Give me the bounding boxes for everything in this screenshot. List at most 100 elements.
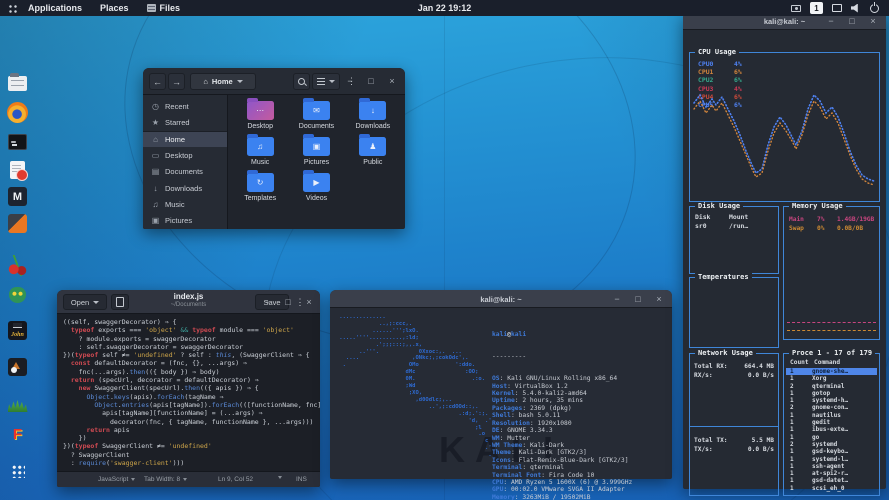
open-button[interactable]: Open: [63, 294, 107, 310]
dock-icon-burpsuite[interactable]: [4, 210, 31, 237]
sidebar-item-pictures[interactable]: ▣Pictures: [143, 213, 227, 229]
dock-icon-firefox[interactable]: [4, 99, 31, 126]
info-value: 3263MiB / 19502MiB: [522, 494, 590, 500]
minimize-button[interactable]: −: [610, 292, 624, 306]
dock-icon-app-grid[interactable]: [4, 457, 31, 484]
folder-pictures[interactable]: ▣Pictures: [288, 137, 344, 166]
maximize-button[interactable]: □: [281, 295, 295, 309]
metasploit-glyph: M: [13, 191, 22, 203]
cursor-position[interactable]: Ln 9, Col 52: [218, 476, 253, 483]
process-command: gsd-keybo…: [812, 448, 848, 455]
code-line: apis[tagName][functionName] = (...args) …: [63, 409, 320, 417]
maximize-button[interactable]: □: [364, 74, 378, 88]
sidebar-item-documents[interactable]: ▤Documents: [143, 164, 227, 180]
dock-icon-cherrytree[interactable]: [4, 252, 31, 279]
dock-icon-text-editor[interactable]: [4, 156, 31, 183]
minimize-button[interactable]: −: [260, 295, 274, 309]
code-editor-area[interactable]: ((self, swaggerDecorator) ⇒ { typeof exp…: [57, 314, 320, 471]
path-button[interactable]: ⌂ Home: [190, 73, 256, 90]
tab-width-selector[interactable]: Tab Width: 8: [144, 476, 187, 483]
process-row[interactable]: 1gsd-datet…: [786, 477, 877, 484]
info-label: Packages: [492, 405, 522, 412]
dock-icon-faraday[interactable]: F: [4, 421, 31, 448]
editor-headerbar: Open index.js ~/Documents Save ⋮ − □ ×: [57, 290, 320, 314]
info-label: WM Theme: [492, 442, 522, 449]
statusbar-dropdown[interactable]: [278, 476, 282, 479]
process-row[interactable]: 1ibus-exte…: [786, 426, 877, 433]
minimize-button[interactable]: −: [343, 74, 357, 88]
display-icon[interactable]: [832, 4, 842, 12]
sidebar-item-home[interactable]: ⌂Home: [143, 131, 227, 147]
dock-icon-terminal[interactable]: [4, 128, 31, 155]
dock-icon-beef[interactable]: [4, 281, 31, 308]
process-row[interactable]: 1systemd-h…: [786, 397, 877, 404]
processes-title: Proce 1 - 17 of 179: [789, 349, 875, 357]
minimize-button[interactable]: −: [824, 14, 838, 28]
close-button[interactable]: ×: [866, 14, 880, 28]
menu-files[interactable]: Files: [138, 0, 190, 16]
screenshot-tray-icon[interactable]: [791, 5, 801, 12]
info-label: Terminal: [492, 464, 522, 471]
sidebar-item-desktop[interactable]: ▭Desktop: [143, 147, 227, 163]
process-count: 2: [790, 404, 812, 411]
process-count: 1: [790, 477, 812, 484]
view-toggle-button[interactable]: [312, 73, 340, 90]
process-row[interactable]: 1at-spi2-r…: [786, 470, 877, 477]
info-shell: Shell: bash 5.0.11: [492, 412, 632, 419]
memory-usage-panel: Memory Usage Main7%1.4GB/19GBSwap0%0.0B/…: [783, 206, 880, 340]
forward-button[interactable]: →: [168, 73, 185, 90]
sidebar-item-starred[interactable]: ★Starred: [143, 114, 227, 130]
workspace-badge[interactable]: 1: [810, 2, 823, 14]
volume-icon[interactable]: [851, 4, 861, 13]
menu-applications[interactable]: Applications: [19, 0, 91, 16]
power-icon[interactable]: [870, 4, 879, 13]
sidebar-item-recent[interactable]: ◷Recent: [143, 98, 227, 114]
maximize-button[interactable]: □: [631, 292, 645, 306]
dock-icon-files[interactable]: [4, 70, 31, 97]
dock-icon-metasploit[interactable]: M: [4, 183, 31, 210]
process-row[interactable]: 1gnome-she…: [786, 368, 877, 375]
dock-icon-dog-mascot-tool[interactable]: [4, 353, 31, 380]
menu-places[interactable]: Places: [91, 0, 138, 16]
dock-icon-grass-tool[interactable]: [4, 389, 31, 416]
process-row[interactable]: 1gsd-keybo…: [786, 448, 877, 455]
folder-documents[interactable]: ✉Documents: [288, 101, 344, 130]
process-row[interactable]: 1ssh-agent: [786, 463, 877, 470]
folder-public[interactable]: ♟Public: [345, 137, 401, 166]
process-row[interactable]: 1systemd-l…: [786, 456, 877, 463]
sidebar-item-music[interactable]: ♫Music: [143, 196, 227, 212]
back-button[interactable]: ←: [149, 73, 166, 90]
process-row[interactable]: 1gedit: [786, 419, 877, 426]
network-usage-title: Network Usage: [695, 349, 756, 357]
folder-videos[interactable]: ▶Videos: [288, 173, 344, 202]
dock-icon-john-the-ripper[interactable]: John: [4, 317, 31, 344]
process-row[interactable]: 1scsi_eh_0: [786, 485, 877, 492]
search-button[interactable]: [293, 73, 310, 90]
process-row[interactable]: 2qterminal: [786, 383, 877, 390]
sidebar-item-downloads[interactable]: ↓Downloads: [143, 180, 227, 196]
network-rx-rows: Total RX:664.4 MBRX/s:0.0 B/s: [694, 362, 774, 380]
activities-grid-icon[interactable]: [8, 4, 19, 13]
info-label: CPU: [492, 479, 503, 486]
close-button[interactable]: ×: [385, 74, 399, 88]
maximize-button[interactable]: □: [845, 14, 859, 28]
chevron-down-icon: [329, 80, 335, 83]
memory-label: Main: [789, 215, 817, 224]
folder-templates[interactable]: ↻Templates: [232, 173, 288, 202]
close-button[interactable]: ×: [302, 295, 316, 309]
process-count: 1: [790, 412, 812, 419]
new-document-button[interactable]: [111, 294, 129, 310]
folder-downloads[interactable]: ↓Downloads: [345, 101, 401, 130]
language-selector[interactable]: JavaScript: [98, 476, 135, 483]
process-row[interactable]: 2gnome-con…: [786, 404, 877, 411]
folder-desktop[interactable]: ⋯Desktop: [232, 101, 288, 130]
info-value: Flat-Remix-Blue-Dark [GTK2/3]: [519, 457, 629, 464]
process-row[interactable]: 2systemd: [786, 441, 877, 448]
process-row[interactable]: 1go: [786, 434, 877, 441]
folder-music[interactable]: ♫Music: [232, 137, 288, 166]
process-row[interactable]: 1gotop: [786, 390, 877, 397]
process-row[interactable]: 1nautilus: [786, 412, 877, 419]
close-button[interactable]: ×: [652, 292, 666, 306]
process-row[interactable]: 1Xorg: [786, 375, 877, 382]
grass-tool-icon: [8, 400, 28, 412]
